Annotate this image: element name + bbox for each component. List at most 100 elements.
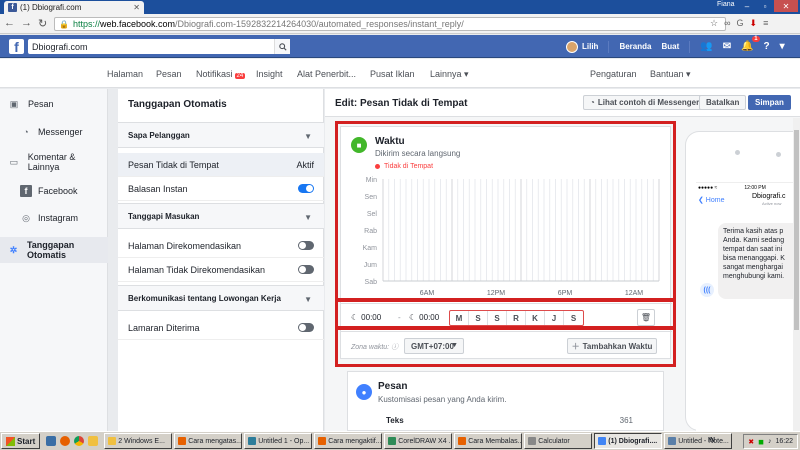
nav-publishing-tools[interactable]: Alat Penerbit...: [297, 69, 356, 79]
schedule-title: Waktu: [375, 136, 405, 147]
nav-settings[interactable]: Pengaturan: [590, 69, 637, 79]
preview-messenger-button[interactable]: ◔ Lihat contoh di Messenger: [583, 95, 707, 110]
avatar[interactable]: [566, 40, 578, 53]
day-button-thursday[interactable]: K: [526, 311, 545, 325]
desktop-icon[interactable]: [46, 436, 57, 446]
url-input[interactable]: 🔒 https:// web.facebook.com /Dbiografi.c…: [54, 17, 726, 31]
row-application-received[interactable]: Lamaran Diterima: [118, 316, 324, 340]
instant-reply-toggle[interactable]: [298, 184, 314, 193]
application-received-toggle[interactable]: [298, 323, 314, 332]
taskbar-button[interactable]: Cara mengatas...: [174, 433, 243, 449]
help-icon[interactable]: ?: [764, 41, 770, 52]
maximize-icon[interactable]: ▫: [756, 0, 774, 12]
facebook-logo-icon[interactable]: f: [9, 39, 24, 54]
sidebar-item-pesan[interactable]: ▣ Pesan: [0, 91, 108, 117]
day-button-sunday[interactable]: M: [450, 311, 469, 325]
nav-pesan[interactable]: Pesan: [156, 69, 182, 79]
message-title: Pesan: [378, 381, 408, 392]
browser-profile[interactable]: Fiana: [717, 1, 735, 8]
nav-insight[interactable]: Insight: [256, 69, 283, 79]
info-icon[interactable]: ⓘ: [391, 344, 398, 351]
section-respond-feedback[interactable]: Tanggapi Masukan ▼: [118, 203, 324, 229]
row-away-message[interactable]: Pesan Tidak di Tempat Aktif: [118, 153, 324, 177]
volume-icon[interactable]: ♪: [768, 438, 772, 445]
cancel-button[interactable]: Batalkan: [699, 95, 747, 110]
sidebar-item-facebook[interactable]: f Facebook: [0, 178, 108, 204]
start-time-field[interactable]: ☾ 00:00: [351, 310, 381, 325]
extension-icon[interactable]: ∞: [724, 18, 730, 29]
not-recommended-toggle[interactable]: [298, 265, 314, 274]
search-button[interactable]: [274, 39, 290, 54]
section-jobs[interactable]: Berkomunikasi tentang Lowongan Kerja ▼: [118, 285, 324, 311]
taskbar-button[interactable]: Untitled - Note...: [664, 433, 733, 449]
messenger-icon[interactable]: ✉: [723, 41, 731, 52]
nav-help[interactable]: Bantuan ▾: [650, 69, 691, 80]
star-icon[interactable]: ☆: [710, 18, 718, 29]
taskbar-button[interactable]: Cara mengaktif...: [314, 433, 383, 449]
home-link[interactable]: Beranda: [619, 42, 651, 51]
tray-icon[interactable]: ✖: [748, 438, 754, 446]
taskbar-button[interactable]: Untitled 1 - Op...: [244, 433, 313, 449]
taskbar-button[interactable]: Calculator: [524, 433, 593, 449]
sidebar-item-messenger[interactable]: ◔ Messenger: [0, 119, 108, 145]
taskbar-button[interactable]: Cara Membalas...: [454, 433, 523, 449]
reload-icon[interactable]: ↻: [38, 17, 47, 30]
scrollbar-thumb[interactable]: [794, 130, 799, 330]
day-button-wednesday[interactable]: R: [507, 311, 526, 325]
translate-icon[interactable]: G: [737, 18, 744, 29]
firefox-icon[interactable]: [60, 436, 71, 446]
preview-button-label: Lihat contoh di Messenger: [597, 98, 700, 107]
row-label: Lamaran Diterima: [128, 322, 200, 333]
row-not-recommended[interactable]: Halaman Tidak Direkomendasikan: [118, 258, 324, 282]
page-scrollbar[interactable]: [793, 118, 800, 431]
lock-clock-icon: ■: [351, 137, 367, 153]
delete-time-button[interactable]: 🗑: [637, 309, 655, 326]
minimize-icon[interactable]: –: [738, 0, 756, 12]
day-button-monday[interactable]: S: [469, 311, 488, 325]
row-instant-reply[interactable]: Balasan Instan: [118, 177, 324, 201]
account-menu-icon[interactable]: ▾: [780, 41, 785, 52]
save-button[interactable]: Simpan: [748, 95, 791, 110]
messenger-icon: ◔: [23, 127, 29, 137]
nav-halaman[interactable]: Halaman: [107, 69, 143, 79]
menu-icon[interactable]: ≡: [763, 18, 768, 29]
language-indicator[interactable]: IN: [708, 437, 715, 444]
window-close-icon[interactable]: ✕: [774, 0, 798, 12]
profile-link[interactable]: Lilih: [582, 42, 598, 51]
chevron-down-icon: ▼: [304, 132, 312, 141]
chrome-icon[interactable]: [74, 436, 85, 446]
end-time-field[interactable]: ☾ 00:00: [409, 310, 439, 325]
nav-more[interactable]: Lainnya ▾: [430, 69, 469, 80]
day-button-friday[interactable]: J: [545, 311, 564, 325]
extension-red-icon[interactable]: ⬇: [750, 18, 758, 29]
back-arrow-icon[interactable]: ←: [4, 17, 15, 30]
facebook-header: f Dbiografi.com Lilih Beranda Buat 👥 ✉ 🔔…: [0, 35, 800, 58]
taskbar-button[interactable]: (1) Dbiografi....: [594, 433, 663, 449]
sidebar-item-comments[interactable]: ▭ Komentar & Lainnya: [0, 149, 108, 175]
notifications-icon[interactable]: 🔔 1: [741, 36, 760, 52]
nav-ad-center[interactable]: Pusat Iklan: [370, 69, 415, 79]
start-button[interactable]: Start: [1, 433, 41, 449]
day-button-tuesday[interactable]: S: [488, 311, 507, 325]
taskbar-button[interactable]: 2 Windows E...: [104, 433, 173, 449]
sidebar-item-automated-responses[interactable]: ✲ Tanggapan Otomatis: [0, 237, 108, 263]
row-recommended[interactable]: Halaman Direkomendasikan: [118, 234, 324, 258]
folder-icon[interactable]: [88, 436, 99, 446]
sidebar-item-instagram[interactable]: ◎ Instagram: [0, 205, 108, 231]
add-time-button[interactable]: ＋ Tambahkan Waktu: [567, 338, 657, 354]
taskbar-button[interactable]: CorelDRAW X4 ...: [384, 433, 453, 449]
timezone-select[interactable]: GMT+07:00 ▼: [404, 338, 464, 354]
nav-notifikasi[interactable]: Notifikasi 24: [196, 69, 246, 79]
tray-icon[interactable]: ◼: [758, 438, 764, 446]
forward-arrow-icon[interactable]: →: [21, 17, 32, 30]
recommended-toggle[interactable]: [298, 241, 314, 250]
day-button-saturday[interactable]: S: [564, 311, 583, 325]
browser-tab[interactable]: f (1) Dbiografi.com ✕: [4, 1, 144, 14]
friends-icon[interactable]: 👥: [700, 41, 712, 52]
search-input[interactable]: Dbiografi.com: [28, 39, 290, 54]
create-link[interactable]: Buat: [661, 42, 679, 51]
chat-bubble-icon: ●: [356, 384, 372, 400]
section-greet-customers[interactable]: Sapa Pelanggan ▼: [118, 122, 324, 148]
tab-close-icon[interactable]: ✕: [133, 3, 140, 12]
weekly-schedule-grid[interactable]: Min Sen Sel Rab Kam Jum Sab: [351, 175, 662, 291]
